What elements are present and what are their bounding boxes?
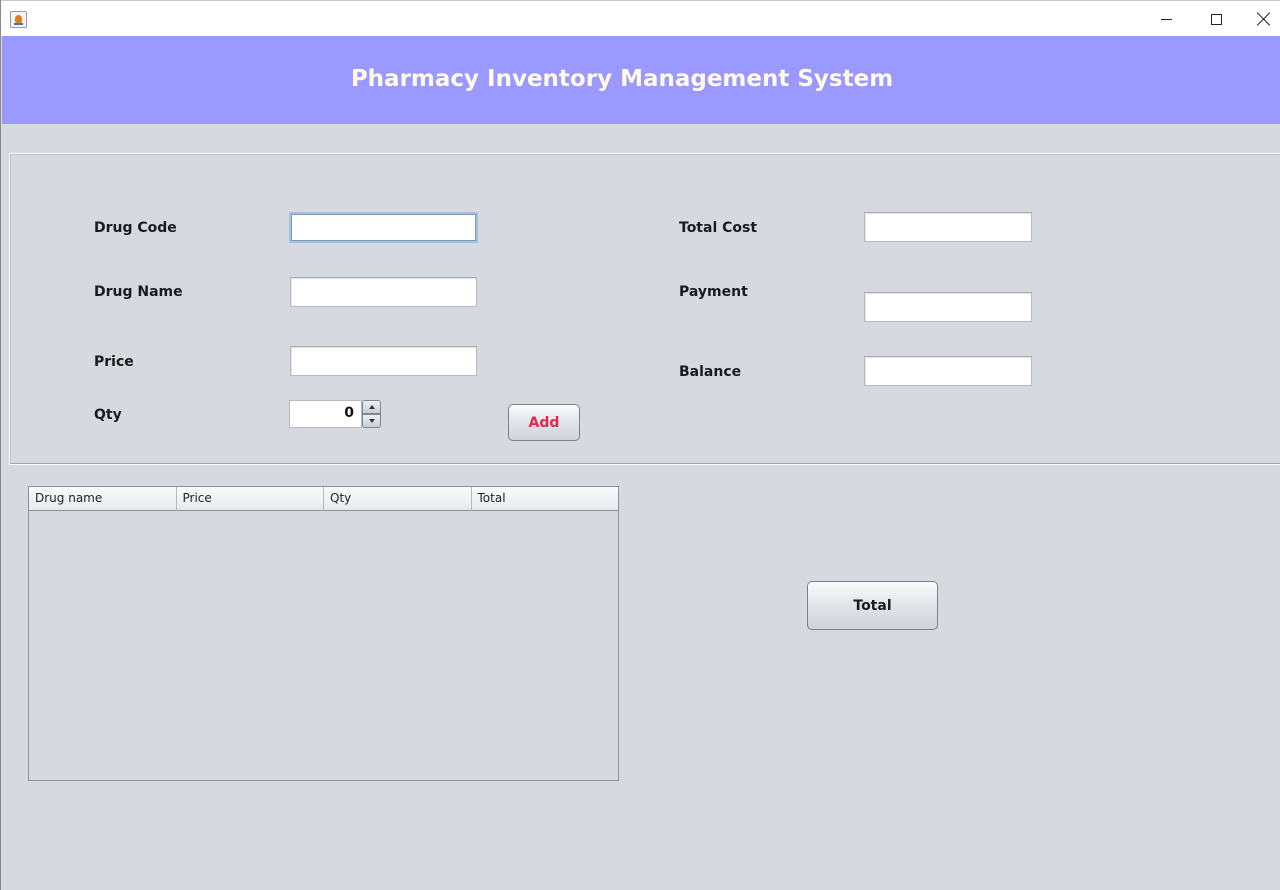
close-button[interactable] — [1241, 1, 1280, 37]
balance-field[interactable] — [864, 356, 1032, 386]
table-header: Drug name Price Qty Total — [29, 487, 618, 511]
column-header-total[interactable]: Total — [472, 487, 619, 511]
arrow-down-icon — [368, 419, 375, 423]
column-header-qty[interactable]: Qty — [324, 487, 472, 511]
java-coffee-cup-icon — [10, 11, 27, 28]
qty-value[interactable]: 0 — [289, 400, 362, 428]
drug-table[interactable]: Drug name Price Qty Total — [28, 486, 619, 781]
page-title: Pharmacy Inventory Management System — [350, 66, 894, 92]
maximize-icon — [1210, 13, 1222, 25]
qty-decrement-button[interactable] — [362, 414, 381, 428]
total-button[interactable]: Total — [807, 581, 938, 630]
qty-spinner[interactable]: 0 — [289, 400, 382, 428]
payment-field[interactable] — [864, 292, 1032, 322]
add-button[interactable]: Add — [508, 404, 580, 441]
close-icon — [1257, 12, 1271, 26]
drug-name-label: Drug Name — [94, 284, 183, 300]
app-window: Pharmacy Inventory Management System Dru… — [0, 0, 1280, 890]
balance-label: Balance — [679, 364, 742, 380]
minimize-button[interactable] — [1143, 1, 1189, 37]
minimize-icon — [1160, 18, 1172, 20]
price-field[interactable] — [290, 346, 477, 376]
maximize-button[interactable] — [1193, 1, 1239, 37]
total-cost-field[interactable] — [864, 212, 1032, 242]
input-form-panel — [9, 153, 1280, 465]
drug-name-field[interactable] — [290, 277, 477, 307]
column-header-price[interactable]: Price — [177, 487, 324, 511]
qty-increment-button[interactable] — [362, 400, 381, 414]
header-banner: Pharmacy Inventory Management System — [2, 36, 1280, 124]
drug-code-field[interactable] — [289, 212, 478, 243]
price-label: Price — [94, 354, 134, 370]
drug-code-label: Drug Code — [94, 220, 177, 236]
total-cost-label: Total Cost — [679, 220, 758, 236]
payment-label: Payment — [679, 284, 748, 300]
column-header-drug-name[interactable]: Drug name — [29, 487, 177, 511]
title-bar — [1, 0, 1280, 36]
arrow-up-icon — [368, 405, 375, 409]
qty-label: Qty — [94, 407, 122, 423]
